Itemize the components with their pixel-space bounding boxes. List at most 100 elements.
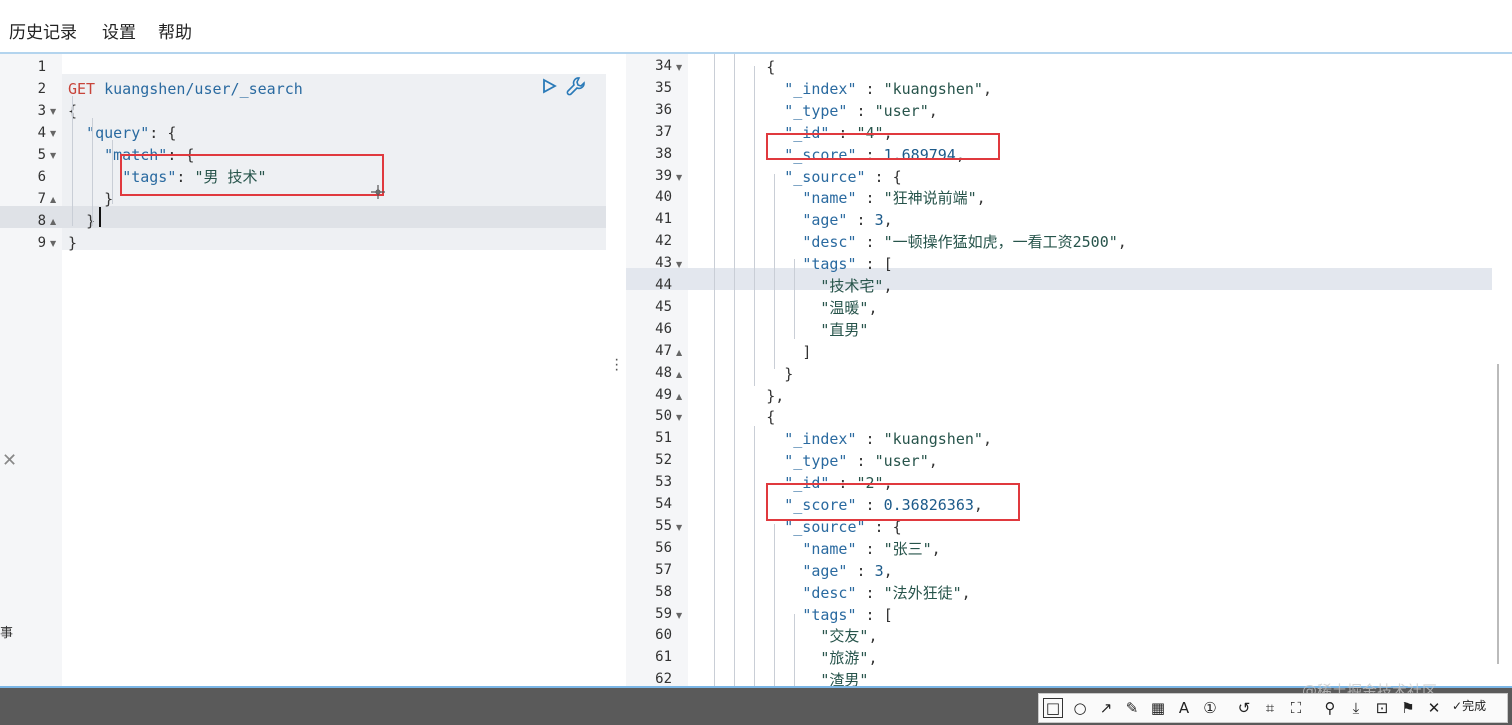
code-line: "直男": [820, 320, 869, 339]
text-cursor: [99, 207, 101, 227]
pin-to-screen-icon[interactable]: ⊡: [1371, 697, 1393, 719]
code-line: "name" : "张三",: [802, 539, 941, 558]
code-line: "desc" : "法外狂徒",: [802, 583, 971, 602]
line-number: 42: [655, 233, 672, 250]
line-number: 40: [655, 189, 672, 206]
line-number: 47: [655, 342, 672, 359]
number-tool-icon[interactable]: ①: [1199, 697, 1221, 719]
code-line: "tags" : [: [802, 605, 893, 624]
fold-down-icon[interactable]: ▼: [676, 413, 682, 422]
cancel-icon[interactable]: ✕: [1423, 697, 1445, 719]
arrow-tool-icon[interactable]: ↗: [1095, 697, 1117, 719]
fold-down-icon[interactable]: ▼: [676, 523, 682, 532]
indent-guide: [72, 96, 73, 226]
code-line: }: [784, 364, 794, 383]
line-number: 1: [37, 59, 46, 75]
code-line: {: [766, 58, 776, 76]
fold-up-icon[interactable]: ▲: [50, 217, 56, 226]
line-number: 7: [37, 191, 46, 207]
line-number: 48: [655, 364, 672, 381]
query-highlight-box: [120, 154, 384, 196]
fold-down-icon[interactable]: ▼: [676, 173, 682, 182]
fold-down-icon[interactable]: ▼: [676, 63, 682, 72]
indent-guide: [794, 259, 795, 339]
line-number: 4: [37, 125, 46, 141]
code-line: "_source" : {: [784, 167, 902, 186]
code-line: "渣男": [820, 671, 869, 686]
fold-up-icon[interactable]: ▲: [50, 195, 56, 204]
line-number: 49: [655, 386, 672, 403]
menu-help[interactable]: 帮助: [158, 18, 192, 43]
line-number: 61: [655, 649, 672, 666]
score-highlight-box-1: [766, 133, 1000, 160]
pin-icon[interactable]: ⚲: [1319, 697, 1341, 719]
line-number: 41: [655, 211, 672, 228]
crosshair-icon: [371, 185, 385, 199]
response-scrollbar[interactable]: [1495, 54, 1512, 686]
pen-tool-icon[interactable]: ✎: [1121, 697, 1143, 719]
fold-down-icon[interactable]: ▼: [676, 611, 682, 620]
line-number: 55: [655, 517, 672, 534]
line-number: 39: [655, 167, 672, 184]
code-line: "技术宅",: [820, 277, 893, 295]
line-number: 58: [655, 583, 672, 600]
line-number: 45: [655, 298, 672, 315]
side-text: 事: [0, 626, 14, 641]
pane-splitter-handle[interactable]: · · ·: [614, 352, 619, 378]
code-line: }: [68, 234, 78, 252]
line-number: 3: [37, 103, 46, 119]
fold-down-icon[interactable]: ▼: [50, 107, 56, 116]
ocr-icon[interactable]: ⌗: [1259, 697, 1281, 719]
code-line: "tags" : [: [802, 255, 893, 274]
indent-guide: [92, 118, 93, 226]
fold-down-icon[interactable]: ▼: [676, 260, 682, 269]
line-number: 52: [655, 452, 672, 469]
fold-up-icon[interactable]: ▲: [676, 370, 682, 379]
text-tool-icon[interactable]: A: [1173, 697, 1195, 719]
mosaic-tool-icon[interactable]: ▦: [1147, 697, 1169, 719]
line-number: 35: [655, 79, 672, 96]
undo-icon[interactable]: ↺: [1233, 697, 1255, 719]
code-line: "age" : 3,: [802, 561, 893, 580]
indent-guide: [734, 54, 735, 686]
play-icon[interactable]: [540, 77, 558, 95]
bookmark-icon[interactable]: ⚑: [1397, 697, 1419, 719]
code-line: "_type" : "user",: [784, 101, 938, 120]
line-number: 6: [37, 169, 46, 185]
code-line: "_type" : "user",: [784, 452, 938, 471]
indent-guide: [714, 54, 715, 686]
save-icon[interactable]: ⤓: [1345, 697, 1367, 719]
fold-up-icon[interactable]: ▲: [676, 392, 682, 401]
menu-settings[interactable]: 设置: [102, 18, 136, 43]
request-editor[interactable]: 12GET kuangshen/user/_search3▼{4▼ "query…: [0, 54, 606, 686]
line-number: 56: [655, 539, 672, 556]
fold-down-icon[interactable]: ▼: [50, 129, 56, 138]
fold-down-icon[interactable]: ▼: [50, 151, 56, 160]
fold-down-icon[interactable]: ▼: [50, 239, 56, 248]
menu-history[interactable]: 历史记录: [9, 18, 77, 43]
line-number: 60: [655, 627, 672, 644]
wrench-icon[interactable]: [565, 75, 587, 97]
indent-guide: [794, 614, 795, 686]
line-number: 50: [655, 408, 672, 425]
menu-bar: 历史记录 设置 帮助: [0, 0, 1512, 53]
code-line: },: [766, 386, 785, 405]
line-number: 36: [655, 101, 672, 118]
code-line: {: [766, 408, 776, 427]
scan-icon[interactable]: ⛶: [1285, 697, 1307, 719]
close-icon[interactable]: ✕: [2, 450, 17, 471]
done-check-icon: ✓: [1452, 699, 1463, 713]
line-number: 59: [655, 605, 672, 622]
fold-up-icon[interactable]: ▲: [676, 348, 682, 357]
line-number: 8: [37, 213, 46, 229]
line-number: 37: [655, 123, 672, 140]
scrollbar-thumb[interactable]: [1497, 364, 1499, 664]
ellipse-tool-icon[interactable]: ○: [1069, 697, 1091, 719]
line-number: 54: [655, 496, 672, 512]
rect-tool-icon[interactable]: □: [1043, 698, 1063, 718]
screenshot-toolbar: □ ○ ↗ ✎ ▦ A ① ↺ ⌗ ⛶ ⚲ ⤓ ⊡ ⚑ ✕: [1038, 693, 1508, 723]
code-line: "age" : 3,: [802, 211, 893, 230]
done-button[interactable]: ✓完成: [1452, 697, 1486, 714]
indent-guide: [754, 66, 755, 386]
code-line: "query": {: [86, 124, 177, 142]
